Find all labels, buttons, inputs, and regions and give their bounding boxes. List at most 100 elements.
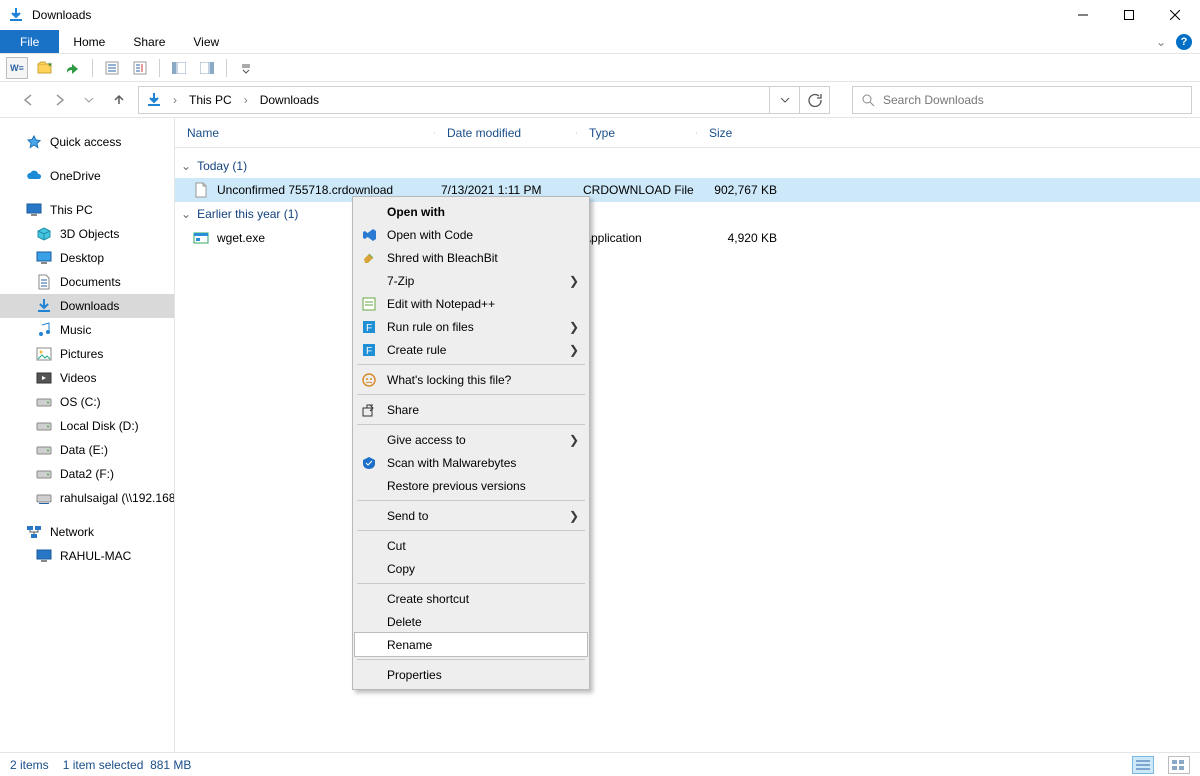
sidebar-item-local-disk-d-[interactable]: Local Disk (D:) — [0, 414, 174, 438]
column-name[interactable]: Name — [175, 126, 435, 140]
column-date[interactable]: Date modified — [435, 126, 577, 140]
nav-recent-button[interactable] — [78, 89, 100, 111]
close-button[interactable] — [1152, 0, 1198, 30]
menu-item-properties[interactable]: Properties — [355, 663, 587, 686]
window-title: Downloads — [32, 8, 91, 22]
help-button[interactable]: ? — [1176, 34, 1192, 50]
folder-icon — [36, 226, 52, 242]
group-header[interactable]: ⌄Earlier this year (1) — [175, 202, 1200, 226]
group-header[interactable]: ⌄Today (1) — [175, 154, 1200, 178]
menu-item-scan-with-malwarebytes[interactable]: Scan with Malwarebytes — [355, 451, 587, 474]
fbox-icon: F — [359, 319, 379, 335]
menu-item-send-to[interactable]: Send to❯ — [355, 504, 587, 527]
column-size[interactable]: Size — [697, 126, 777, 140]
svg-text:F: F — [366, 346, 372, 357]
qat-share-icon[interactable] — [62, 57, 84, 79]
chevron-right-icon: ❯ — [569, 433, 579, 447]
content: Name Date modified Type Size ⌄Today (1)U… — [175, 118, 1200, 752]
menu-item-delete[interactable]: Delete — [355, 610, 587, 633]
chevron-right-icon[interactable]: › — [173, 93, 177, 107]
sidebar-item-documents[interactable]: Documents — [0, 270, 174, 294]
sidebar-item-os-c-[interactable]: OS (C:) — [0, 390, 174, 414]
nav-forward-button[interactable] — [48, 89, 70, 111]
menu-item-what-s-locking-this-file-[interactable]: What's locking this file? — [355, 368, 587, 391]
qat-select-icon[interactable] — [129, 57, 151, 79]
ribbon-tabs: File Home Share View ⌄ ? — [0, 30, 1200, 54]
sidebar-item-data2-f-[interactable]: Data2 (F:) — [0, 462, 174, 486]
nav-up-button[interactable] — [108, 89, 130, 111]
menu-item-restore-previous-versions[interactable]: Restore previous versions — [355, 474, 587, 497]
monitor-icon — [26, 202, 42, 218]
file-icon — [193, 230, 209, 246]
breadcrumb[interactable]: This PC — [189, 93, 232, 107]
qat-properties-icon[interactable] — [101, 57, 123, 79]
menu-item-edit-with-notepad-[interactable]: Edit with Notepad++ — [355, 292, 587, 315]
column-type[interactable]: Type — [577, 126, 697, 140]
menu-item-cut[interactable]: Cut — [355, 534, 587, 557]
sidebar-item-desktop[interactable]: Desktop — [0, 246, 174, 270]
menu-item-create-rule[interactable]: FCreate rule❯ — [355, 338, 587, 361]
minimize-button[interactable] — [1060, 0, 1106, 30]
folder-icon — [36, 394, 52, 410]
sidebar-item-data-e-[interactable]: Data (E:) — [0, 438, 174, 462]
npp-icon — [359, 296, 379, 312]
table-row[interactable]: wget.exeApplication4,920 KB — [175, 226, 1200, 250]
sidebar-item-onedrive[interactable]: OneDrive — [0, 164, 174, 188]
menu-item-shred-with-bleachbit[interactable]: Shred with BleachBit — [355, 246, 587, 269]
sidebar-item-network[interactable]: Network — [0, 520, 174, 544]
tab-home[interactable]: Home — [59, 30, 119, 53]
quick-access-toolbar: W≡ ✶ — [0, 54, 1200, 82]
chevron-right-icon: ❯ — [569, 274, 579, 288]
address-dropdown-button[interactable] — [770, 86, 800, 114]
menu-item-share[interactable]: Share — [355, 398, 587, 421]
chevron-right-icon: ❯ — [569, 509, 579, 523]
menu-item-open-with-code[interactable]: Open with Code — [355, 223, 587, 246]
breadcrumb[interactable]: Downloads — [260, 93, 319, 107]
sidebar-item-rahulsaigal-192-168[interactable]: rahulsaigal (\\192.168 — [0, 486, 174, 510]
folder-icon — [36, 370, 52, 386]
menu-item-copy[interactable]: Copy — [355, 557, 587, 580]
view-details-button[interactable] — [1132, 756, 1154, 774]
sidebar-item-pictures[interactable]: Pictures — [0, 342, 174, 366]
menu-item-run-rule-on-files[interactable]: FRun rule on files❯ — [355, 315, 587, 338]
sidebar-item-quick-access[interactable]: Quick access — [0, 130, 174, 154]
refresh-button[interactable] — [800, 86, 830, 114]
qat-layout-1-icon[interactable] — [168, 57, 190, 79]
fbox-icon: F — [359, 342, 379, 358]
sidebar-item-videos[interactable]: Videos — [0, 366, 174, 390]
menu-item-7-zip[interactable]: 7-Zip❯ — [355, 269, 587, 292]
sidebar-item-network-pc[interactable]: RAHUL-MAC — [0, 544, 174, 568]
ribbon-collapse-icon[interactable]: ⌄ — [1156, 35, 1166, 49]
sidebar-item-music[interactable]: Music — [0, 318, 174, 342]
chevron-right-icon[interactable]: › — [244, 93, 248, 107]
menu-item-create-shortcut[interactable]: Create shortcut — [355, 587, 587, 610]
menu-item-rename[interactable]: Rename — [355, 633, 587, 656]
sidebar-item-3d-objects[interactable]: 3D Objects — [0, 222, 174, 246]
folder-icon — [36, 274, 52, 290]
qat-word-icon[interactable]: W≡ — [6, 57, 28, 79]
context-menu[interactable]: Open withOpen with CodeShred with Bleach… — [352, 196, 590, 690]
vscode-icon — [359, 227, 379, 243]
tab-file[interactable]: File — [0, 30, 59, 53]
menu-item-give-access-to[interactable]: Give access to❯ — [355, 428, 587, 451]
qat-new-folder-icon[interactable]: ✶ — [34, 57, 56, 79]
sidebar-item-this-pc[interactable]: This PC — [0, 198, 174, 222]
qat-layout-2-icon[interactable] — [196, 57, 218, 79]
sidebar-item-downloads[interactable]: Downloads — [0, 294, 174, 318]
menu-item-open-with[interactable]: Open with — [355, 200, 587, 223]
view-icons-button[interactable] — [1168, 756, 1190, 774]
search-input[interactable]: Search Downloads — [852, 86, 1192, 114]
qat-overflow-icon[interactable] — [235, 57, 257, 79]
svg-text:F: F — [366, 323, 372, 334]
tab-view[interactable]: View — [179, 30, 233, 53]
file-list[interactable]: ⌄Today (1)Unconfirmed 755718.crdownload7… — [175, 148, 1200, 752]
titlebar: Downloads — [0, 0, 1200, 30]
table-row[interactable]: Unconfirmed 755718.crdownload7/13/2021 1… — [175, 178, 1200, 202]
tab-share[interactable]: Share — [119, 30, 179, 53]
nav-back-button[interactable] — [18, 89, 40, 111]
address-bar[interactable]: › This PC › Downloads — [138, 86, 770, 114]
chevron-down-icon: ⌄ — [181, 207, 191, 221]
maximize-button[interactable] — [1106, 0, 1152, 30]
lock-icon — [359, 372, 379, 388]
location-icon — [145, 91, 163, 109]
